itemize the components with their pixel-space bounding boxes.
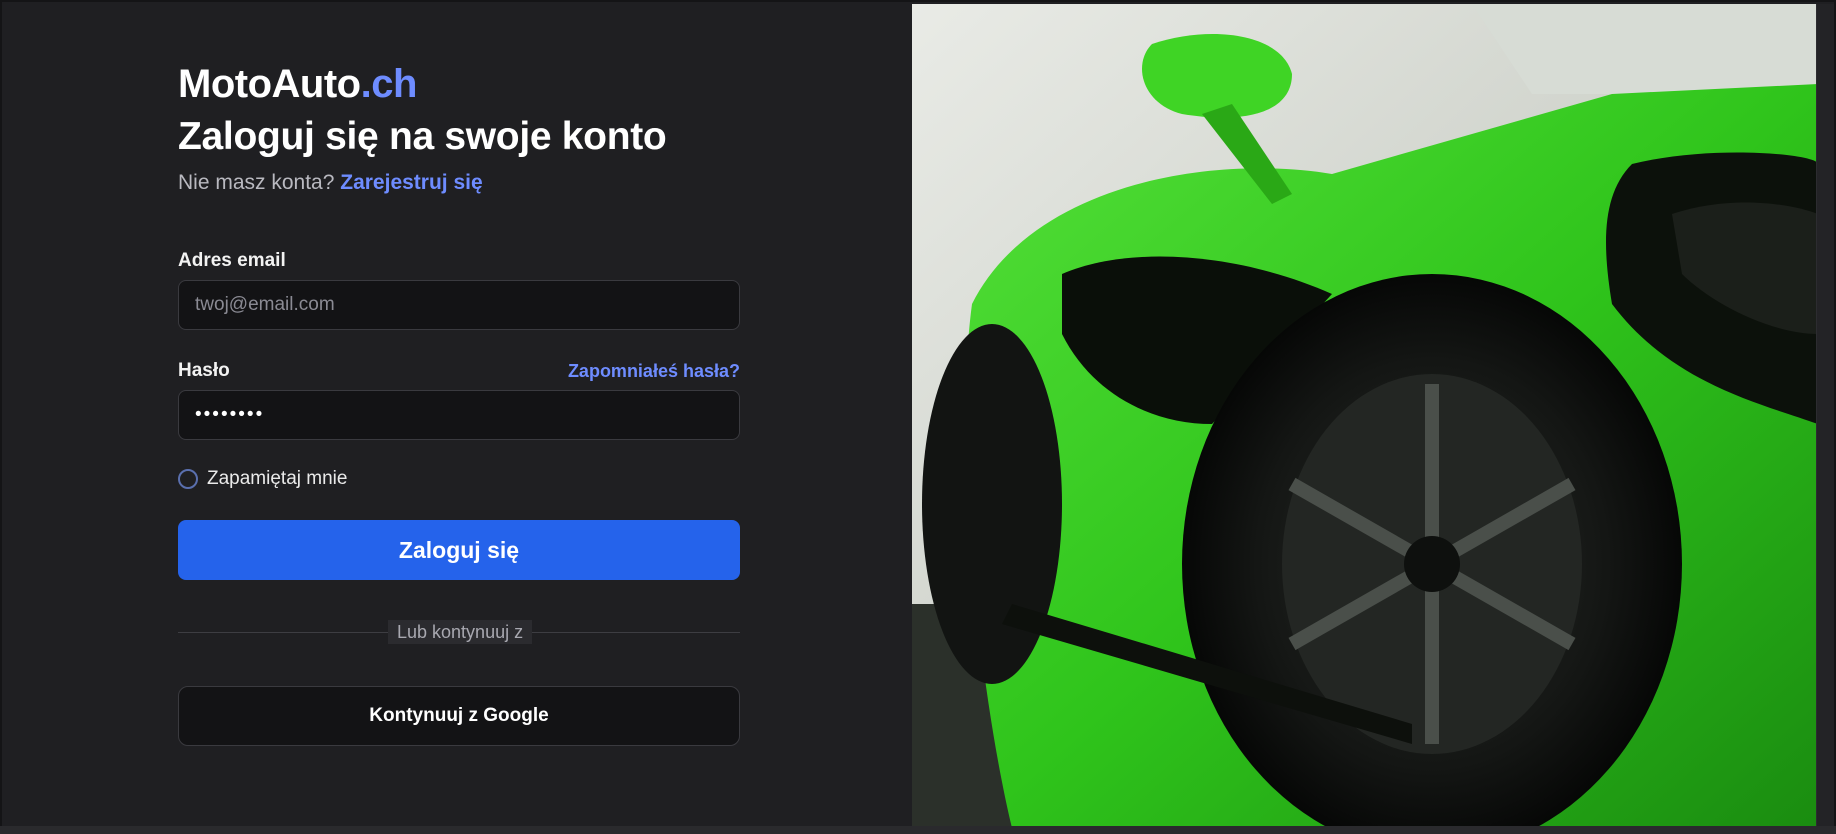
forgot-password-link[interactable]: Zapomniałeś hasła? bbox=[568, 361, 740, 382]
bottom-edge bbox=[0, 826, 1836, 834]
login-form: MotoAuto.ch Zaloguj się na swoje konto N… bbox=[178, 62, 740, 746]
brand-tld: .ch bbox=[360, 62, 418, 106]
brand-logo[interactable]: MotoAuto.ch bbox=[178, 62, 740, 107]
register-link[interactable]: Zarejestruj się bbox=[340, 171, 482, 194]
remember-me[interactable]: Zapamiętaj mnie bbox=[178, 468, 347, 490]
page-title: Zaloguj się na swoje konto bbox=[178, 115, 667, 158]
divider-text: Lub kontynuuj z bbox=[388, 620, 533, 644]
email-field[interactable] bbox=[178, 280, 740, 330]
login-panel: MotoAuto.ch Zaloguj się na swoje konto N… bbox=[4, 4, 912, 828]
sports-car-image bbox=[912, 4, 1818, 828]
password-field[interactable] bbox=[178, 390, 740, 440]
password-label: Hasło bbox=[178, 360, 230, 381]
password-label-row: Hasło Zapomniałeś hasła? bbox=[178, 360, 740, 382]
email-label: Adres email bbox=[178, 250, 286, 271]
google-login-button[interactable]: Kontynuuj z Google bbox=[178, 686, 740, 746]
login-button[interactable]: Zaloguj się bbox=[178, 520, 740, 580]
hero-image bbox=[912, 4, 1818, 828]
no-account-text: Nie masz konta? bbox=[178, 171, 335, 194]
remember-me-label: Zapamiętaj mnie bbox=[207, 468, 348, 489]
brand-name: MotoAuto bbox=[178, 62, 361, 106]
register-prompt: Nie masz konta? Zarejestruj się bbox=[178, 171, 740, 195]
app-window: MotoAuto.ch Zaloguj się na swoje konto N… bbox=[0, 0, 1836, 834]
scrollbar[interactable] bbox=[1816, 4, 1834, 828]
remember-me-checkbox[interactable] bbox=[178, 469, 198, 489]
